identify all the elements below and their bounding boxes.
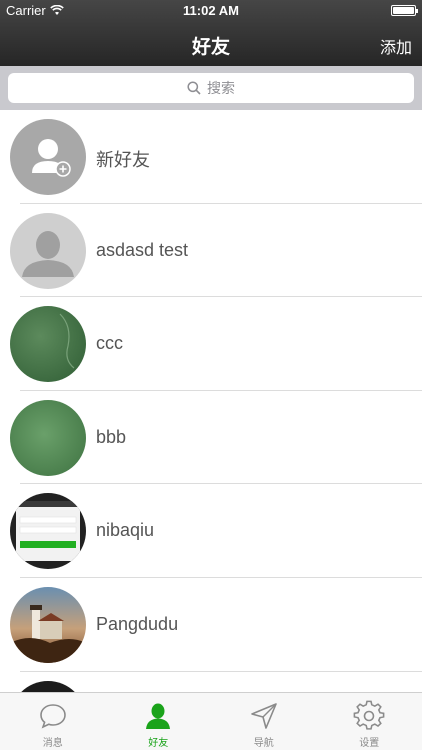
contact-name: nibaqiu xyxy=(96,520,155,541)
search-placeholder: 搜索 xyxy=(207,80,235,96)
avatar xyxy=(10,586,86,663)
page-title: 好友 xyxy=(191,37,230,58)
list-item-contact[interactable]: bbb xyxy=(0,391,422,485)
avatar xyxy=(10,680,86,692)
tab-label: 好友 xyxy=(148,738,169,749)
list-item-contact[interactable]: ccc xyxy=(0,297,422,391)
tab-label: 导航 xyxy=(253,738,274,749)
tab-label: 消息 xyxy=(42,738,63,749)
status-bar: Carrier 11:02 AM xyxy=(0,0,422,22)
gear-icon xyxy=(353,700,385,730)
chat-bubble-icon xyxy=(39,704,66,729)
list-item-contact[interactable] xyxy=(0,672,422,692)
tab-settings[interactable]: 设置 xyxy=(317,693,422,750)
contact-name: ccc xyxy=(96,333,123,354)
new-friend-icon xyxy=(10,119,86,195)
contact-name: asdasd test xyxy=(96,239,189,260)
navigation-arrow-icon xyxy=(250,703,277,729)
tab-messages[interactable]: 消息 xyxy=(0,693,106,750)
tab-label: 设置 xyxy=(359,738,380,749)
avatar xyxy=(10,306,86,383)
person-icon xyxy=(146,703,171,729)
tab-navigation[interactable]: 导航 xyxy=(211,693,317,750)
default-user-icon xyxy=(10,212,86,289)
list-item-contact[interactable]: asdasd test xyxy=(0,204,422,298)
search-bar: 搜索 xyxy=(0,66,422,110)
status-time: 11:02 AM xyxy=(183,3,239,18)
search-input[interactable]: 搜索 xyxy=(8,73,414,103)
navigation-bar: 好友 添加 xyxy=(0,22,422,66)
list-item-contact[interactable]: Pangdudu xyxy=(0,578,422,672)
search-icon xyxy=(187,81,201,95)
tab-bar: 消息 好友 导航 设置 xyxy=(0,692,422,750)
contact-name: bbb xyxy=(96,426,127,447)
top-bar: Carrier 11:02 AM 好友 添加 xyxy=(0,0,422,66)
list-item-new-friends[interactable]: 新好友 xyxy=(0,110,422,204)
add-button[interactable]: 添加 xyxy=(380,34,412,58)
battery-icon xyxy=(391,5,418,16)
contact-name: Pangdudu xyxy=(96,613,179,634)
avatar xyxy=(10,493,86,570)
contact-list: 新好友 asdasd test ccc bbb nibaqiu Pangdudu xyxy=(0,110,422,692)
avatar xyxy=(10,399,86,476)
contact-name: 新好友 xyxy=(96,150,150,170)
tab-friends[interactable]: 好友 xyxy=(106,693,212,750)
list-item-contact[interactable]: nibaqiu xyxy=(0,484,422,578)
